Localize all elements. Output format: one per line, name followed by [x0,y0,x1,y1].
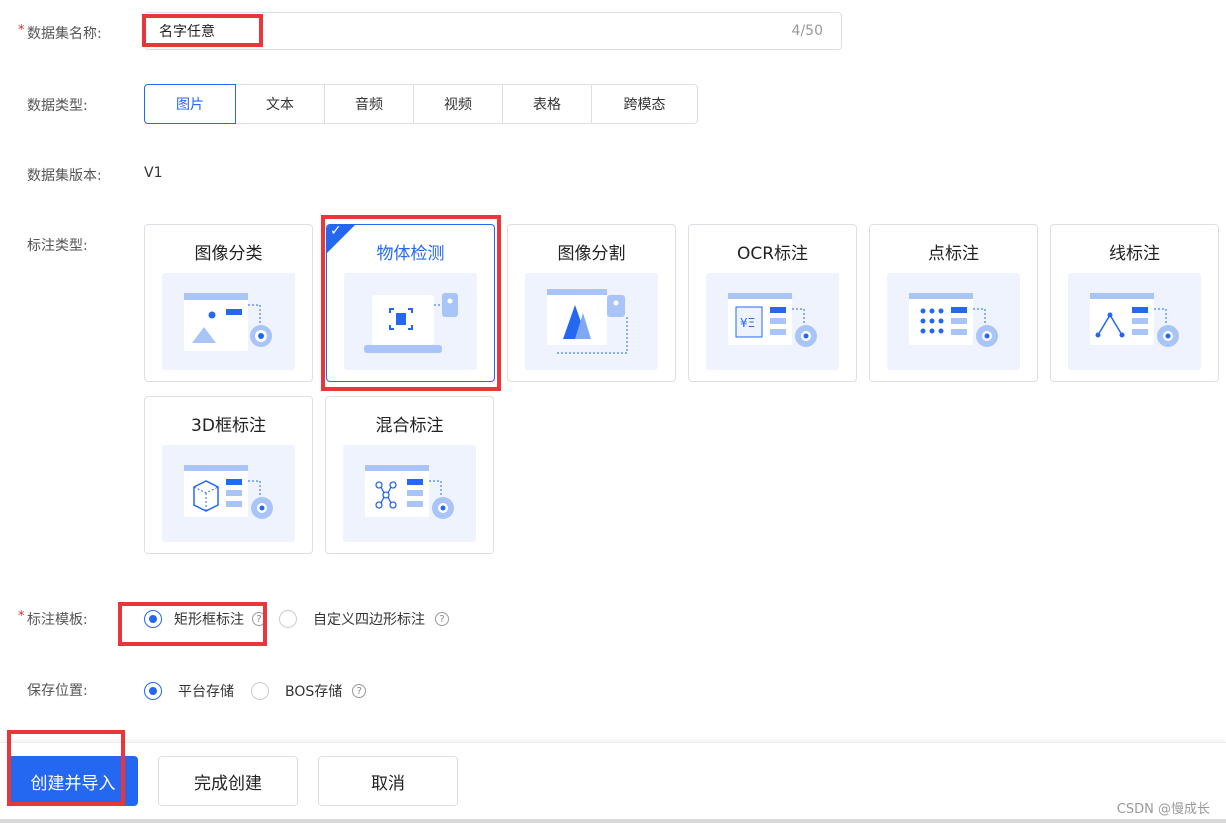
svg-text:¥Ξ: ¥Ξ [740,316,755,330]
help-circle-icon[interactable]: ? [352,684,367,698]
type-text[interactable]: 文本 [235,84,325,124]
version-value: V1 [144,165,163,181]
3d-box-illustration [162,445,295,542]
ocr-illustration: ¥Ξ [706,273,839,370]
card-title: 点标注 [928,244,979,264]
radio-rectangle[interactable] [144,610,162,628]
check-icon: ✓ [330,224,342,239]
radio-platform-storage[interactable] [144,682,162,700]
point-illustration [887,273,1020,370]
radio-custom-quad[interactable] [279,610,297,628]
option-rectangle-label[interactable]: 矩形框标注 [174,609,244,629]
radio-bos-storage[interactable] [251,682,269,700]
finish-create-button[interactable]: 完成创建 [158,756,298,806]
option-custom-quad-label[interactable]: 自定义四边形标注 [313,609,425,629]
card-line-annotation[interactable]: 线标注 [1050,224,1219,382]
card-ocr[interactable]: OCR标注 ¥Ξ [688,224,857,382]
storage-radio-group: 平台存储 BOS存储 ? [144,681,367,701]
help-circle-icon[interactable]: ? [435,612,449,626]
option-platform-storage-label[interactable]: 平台存储 [178,681,234,701]
template-radio-group: 矩形框标注 ? 自定义四边形标注 ? [144,609,449,629]
line-illustration [1068,273,1201,370]
dataset-name-label: * 数据集名称: [18,23,102,42]
type-cross-modal[interactable]: 跨模态 [591,84,698,124]
classification-illustration [162,273,295,370]
type-image[interactable]: 图片 [144,84,236,124]
card-title: 线标注 [1109,244,1160,264]
card-object-detection[interactable]: ✓ 物体检测 [326,224,495,382]
cancel-button[interactable]: 取消 [318,756,458,806]
annotation-type-label: 标注类型: [27,238,88,254]
dataset-name-field[interactable]: 4/50 [144,12,842,50]
template-label: * 标注模板: [18,609,88,628]
mixed-illustration [343,445,476,542]
card-point-annotation[interactable]: 点标注 [869,224,1038,382]
bottom-divider [0,819,1226,823]
type-table[interactable]: 表格 [502,84,592,124]
help-circle-icon[interactable]: ? [252,612,266,626]
card-image-classification[interactable]: 图像分类 [144,224,313,382]
card-mixed-annotation[interactable]: 混合标注 [325,396,494,554]
card-title: OCR标注 [736,244,809,264]
card-title: 图像分类 [194,244,263,264]
segmentation-illustration [525,273,658,370]
storage-label: 保存位置: [27,683,88,699]
required-mark: * [18,23,25,38]
required-mark: * [18,609,25,624]
type-video[interactable]: 视频 [413,84,503,124]
data-type-label: 数据类型: [27,98,88,114]
option-bos-storage-label[interactable]: BOS存储 [285,681,342,701]
type-audio[interactable]: 音频 [324,84,414,124]
card-image-segmentation[interactable]: 图像分割 [507,224,676,382]
card-title: 图像分割 [557,244,626,264]
watermark: CSDN @慢成长 [1116,802,1210,817]
data-type-selector: 图片 文本 音频 视频 表格 跨模态 [144,84,698,124]
detection-illustration [344,273,477,370]
card-title: 物体检测 [376,244,445,264]
card-3d-box[interactable]: 3D框标注 [144,396,313,554]
create-and-import-button[interactable]: 创建并导入 [8,756,138,806]
dataset-name-input[interactable] [159,13,719,49]
char-count: 4/50 [791,23,823,39]
footer-bar: 创建并导入 完成创建 取消 CSDN @慢成长 [0,742,1226,824]
card-title: 混合标注 [375,416,444,436]
version-label: 数据集版本: [27,168,102,184]
card-title: 3D框标注 [191,416,266,436]
